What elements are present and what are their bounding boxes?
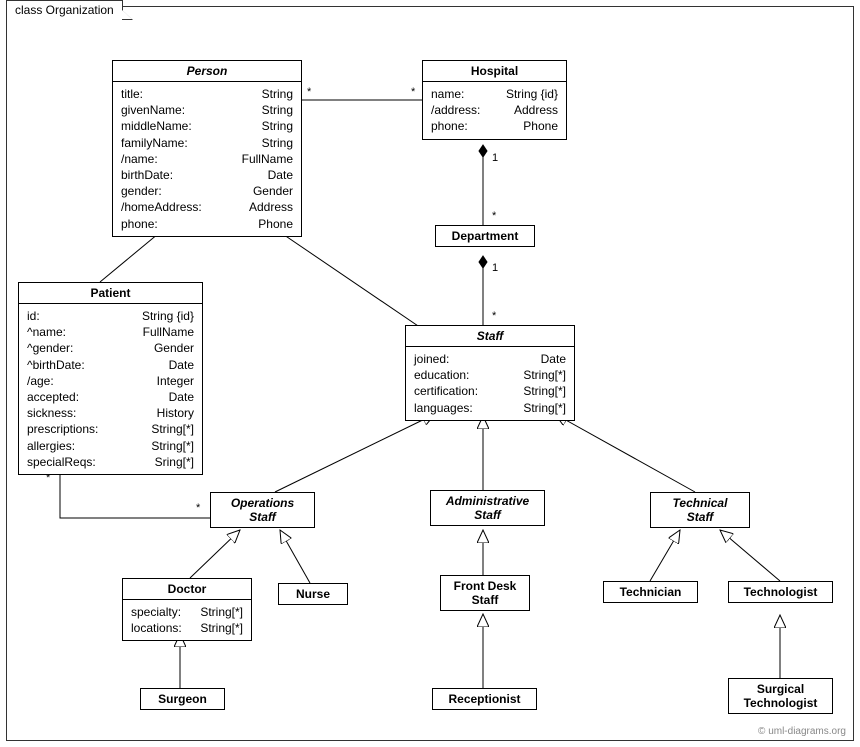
class-person-title: Person	[113, 61, 301, 82]
class-technologist: Technologist	[728, 581, 833, 603]
attr-row: ^birthDate:Date	[27, 357, 194, 373]
class-receptionist-title: Receptionist	[433, 689, 536, 709]
mult-dept-staff-1: 1	[492, 262, 498, 274]
class-staff: Staff joined:Dateeducation:String[*]cert…	[405, 325, 575, 421]
class-surgeon-title: Surgeon	[141, 689, 224, 709]
frame-label-text: class Organization	[15, 3, 114, 17]
attr-row: /age:Integer	[27, 373, 194, 389]
mult-patient-ops-right: *	[196, 502, 200, 514]
class-technical-staff: Technical Staff	[650, 492, 750, 528]
class-front-desk-staff-title: Front Desk Staff	[441, 576, 529, 610]
attr-row: id:String {id}	[27, 308, 194, 324]
attr-row: title:String	[121, 86, 293, 102]
class-operations-staff: Operations Staff	[210, 492, 315, 528]
mult-hosp-dept-1: 1	[492, 152, 498, 164]
class-surgical-technologist: Surgical Technologist	[728, 678, 833, 714]
attr-row: ^gender:Gender	[27, 340, 194, 356]
class-technician-title: Technician	[604, 582, 697, 602]
class-surgeon: Surgeon	[140, 688, 225, 710]
class-doctor-attrs: specialty:String[*]locations:String[*]	[123, 600, 251, 640]
attr-row: accepted:Date	[27, 389, 194, 405]
mult-hosp-dept-n: *	[492, 210, 496, 222]
class-technician: Technician	[603, 581, 698, 603]
class-operations-staff-title: Operations Staff	[211, 493, 314, 527]
class-department: Department	[435, 225, 535, 247]
class-front-desk-staff: Front Desk Staff	[440, 575, 530, 611]
diagram-frame: class Organization	[0, 0, 860, 747]
attr-row: name:String {id}	[431, 86, 558, 102]
attr-row: /name:FullName	[121, 151, 293, 167]
class-hospital-title: Hospital	[423, 61, 566, 82]
class-administrative-staff: Administrative Staff	[430, 490, 545, 526]
class-nurse: Nurse	[278, 583, 348, 605]
class-hospital: Hospital name:String {id}/address:Addres…	[422, 60, 567, 140]
attr-row: familyName:String	[121, 135, 293, 151]
class-person: Person title:StringgivenName:Stringmiddl…	[112, 60, 302, 237]
attr-row: gender:Gender	[121, 183, 293, 199]
class-technologist-title: Technologist	[729, 582, 832, 602]
class-staff-attrs: joined:Dateeducation:String[*]certificat…	[406, 347, 574, 420]
class-staff-title: Staff	[406, 326, 574, 347]
attr-row: prescriptions:String[*]	[27, 421, 194, 437]
class-doctor-title: Doctor	[123, 579, 251, 600]
class-hospital-attrs: name:String {id}/address:Addressphone:Ph…	[423, 82, 566, 139]
attr-row: ^name:FullName	[27, 324, 194, 340]
class-nurse-title: Nurse	[279, 584, 347, 604]
attr-row: certification:String[*]	[414, 383, 566, 399]
attr-row: locations:String[*]	[131, 620, 243, 636]
attr-row: allergies:String[*]	[27, 438, 194, 454]
mult-person-hospital-left: *	[307, 86, 311, 98]
class-person-attrs: title:StringgivenName:StringmiddleName:S…	[113, 82, 301, 236]
class-department-title: Department	[436, 226, 534, 246]
class-doctor: Doctor specialty:String[*]locations:Stri…	[122, 578, 252, 641]
attr-row: sickness:History	[27, 405, 194, 421]
mult-dept-staff-n: *	[492, 310, 496, 322]
class-receptionist: Receptionist	[432, 688, 537, 710]
watermark: © uml-diagrams.org	[758, 726, 846, 737]
class-technical-staff-title: Technical Staff	[651, 493, 749, 527]
attr-row: specialty:String[*]	[131, 604, 243, 620]
attr-row: education:String[*]	[414, 367, 566, 383]
class-patient: Patient id:String {id}^name:FullName^gen…	[18, 282, 203, 475]
attr-row: birthDate:Date	[121, 167, 293, 183]
attr-row: phone:Phone	[431, 118, 558, 134]
attr-row: languages:String[*]	[414, 400, 566, 416]
attr-row: middleName:String	[121, 118, 293, 134]
class-patient-attrs: id:String {id}^name:FullName^gender:Gend…	[19, 304, 202, 474]
attr-row: /address:Address	[431, 102, 558, 118]
attr-row: givenName:String	[121, 102, 293, 118]
class-patient-title: Patient	[19, 283, 202, 304]
frame-label: class Organization	[6, 0, 123, 19]
mult-person-hospital-right: *	[411, 86, 415, 98]
class-surgical-technologist-title: Surgical Technologist	[729, 679, 832, 713]
class-administrative-staff-title: Administrative Staff	[431, 491, 544, 525]
attr-row: phone:Phone	[121, 216, 293, 232]
attr-row: joined:Date	[414, 351, 566, 367]
attr-row: specialReqs:Sring[*]	[27, 454, 194, 470]
attr-row: /homeAddress:Address	[121, 199, 293, 215]
